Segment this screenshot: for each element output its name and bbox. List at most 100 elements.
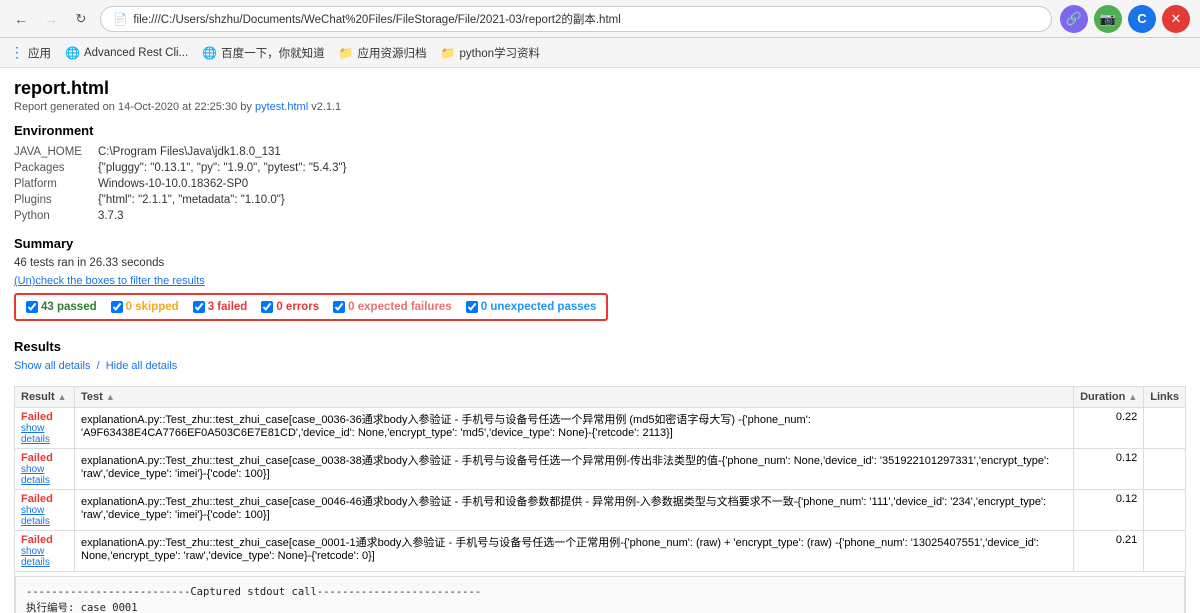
browser-actions: 🔗 📷 C ✕ [1060, 5, 1190, 33]
result-label: Failed [21, 452, 53, 464]
test-cell: explanationA.py::Test_zhu::test_zhui_cas… [75, 531, 1074, 572]
passed-filter[interactable]: 43 passed [26, 301, 97, 313]
test-cell: explanationA.py::Test_zhu::test_zhui_cas… [75, 490, 1074, 531]
apps-grid-icon: ⋮ [10, 44, 24, 61]
links-cell [1144, 408, 1186, 449]
env-row: Plugins{"html": "2.1.1", "metadata": "1.… [14, 192, 362, 208]
address-text: file:///C:/Users/shzhu/Documents/WeChat%… [133, 11, 620, 27]
show-details-link[interactable]: show details [21, 546, 68, 568]
env-value: 3.7.3 [98, 208, 362, 224]
table-row: Failed show details explanationA.py::Tes… [15, 531, 1186, 572]
page-title: report.html [14, 78, 1186, 99]
bookmark-apps[interactable]: ⋮ 应用 [10, 44, 51, 61]
passed-label: 43 passed [41, 301, 97, 313]
results-table: Result ▲ Test ▲ Duration ▲ [14, 386, 1186, 613]
result-label: Failed [21, 534, 53, 546]
show-details-link[interactable]: show details [21, 423, 68, 445]
col-header-duration[interactable]: Duration ▲ [1074, 387, 1144, 408]
env-value: C:\Program Files\Java\jdk1.8.0_131 [98, 144, 362, 160]
results-heading: Results [14, 339, 1186, 354]
advanced-rest-icon: 🌐 [65, 46, 80, 60]
env-row: Python3.7.3 [14, 208, 362, 224]
results-detail-links: Show all details / Hide all details [14, 360, 1186, 372]
env-value: {"html": "2.1.1", "metadata": "1.10.0"} [98, 192, 362, 208]
reload-button[interactable]: ↻ [70, 8, 92, 30]
failed-checkbox[interactable] [193, 301, 205, 313]
table-row: Failed show details explanationA.py::Tes… [15, 449, 1186, 490]
forward-button[interactable]: → [40, 8, 62, 30]
skipped-label: 0 skipped [126, 301, 179, 313]
bookmark-docs[interactable]: 📁 应用资源归档 [339, 45, 427, 61]
duration-cell: 0.21 [1074, 531, 1144, 572]
show-details-link[interactable]: show details [21, 464, 68, 486]
show-all-link[interactable]: Show all details [14, 360, 90, 372]
close-btn[interactable]: ✕ [1162, 5, 1190, 33]
bookmark-advanced-rest[interactable]: 🌐 Advanced Rest Cli... [65, 46, 188, 60]
bookmark-apps-label: 应用 [28, 45, 51, 61]
profile-btn[interactable]: C [1128, 5, 1156, 33]
address-bar[interactable]: 📄 file:///C:/Users/shzhu/Documents/WeCha… [100, 6, 1052, 32]
python-folder-icon: 📁 [441, 46, 456, 60]
env-row: Packages{"pluggy": "0.13.1", "py": "1.9.… [14, 160, 362, 176]
passed-checkbox[interactable] [26, 301, 38, 313]
filter-box: 43 passed 0 skipped 3 failed 0 errors 0 … [14, 293, 608, 321]
col-header-test[interactable]: Test ▲ [75, 387, 1074, 408]
env-row: PlatformWindows-10-10.0.18362-SP0 [14, 176, 362, 192]
errors-filter[interactable]: 0 errors [261, 301, 319, 313]
bookmark-baidu[interactable]: 🌐 百度一下，你就知道 [202, 45, 324, 61]
duration-cell: 0.12 [1074, 449, 1144, 490]
pytest-link[interactable]: pytest.html [255, 101, 308, 113]
expected-checkbox[interactable] [333, 301, 345, 313]
links-cell [1144, 531, 1186, 572]
env-value: {"pluggy": "0.13.1", "py": "1.9.0", "pyt… [98, 160, 362, 176]
browser-toolbar: ← → ↻ 📄 file:///C:/Users/shzhu/Documents… [0, 0, 1200, 38]
back-button[interactable]: ← [10, 8, 32, 30]
bookmarks-bar: ⋮ 应用 🌐 Advanced Rest Cli... 🌐 百度一下，你就知道 … [0, 38, 1200, 68]
unexpected-checkbox[interactable] [466, 301, 478, 313]
env-key: Plugins [14, 192, 98, 208]
env-key: Platform [14, 176, 98, 192]
result-label: Failed [21, 493, 53, 505]
errors-checkbox[interactable] [261, 301, 273, 313]
failed-filter[interactable]: 3 failed [193, 301, 248, 313]
result-cell: Failed show details [15, 408, 75, 449]
test-sort-icon: ▲ [106, 392, 115, 402]
report-meta: Report generated on 14-Oct-2020 at 22:25… [14, 101, 1186, 113]
env-key: Python [14, 208, 98, 224]
hide-all-link[interactable]: Hide all details [106, 360, 178, 372]
page-content: report.html Report generated on 14-Oct-2… [0, 68, 1200, 613]
stdout-row: --------------------------Captured stdou… [15, 572, 1186, 613]
result-sort-icon: ▲ [58, 392, 67, 402]
environment-table: JAVA_HOMEC:\Program Files\Java\jdk1.8.0_… [14, 144, 362, 224]
env-key: Packages [14, 160, 98, 176]
bookmark-docs-label: 应用资源归档 [358, 45, 427, 61]
result-cell: Failed show details [15, 531, 75, 572]
extension-btn-1[interactable]: 🔗 [1060, 5, 1088, 33]
col-header-links: Links [1144, 387, 1186, 408]
bookmark-advanced-rest-label: Advanced Rest Cli... [84, 47, 188, 59]
duration-sort-icon: ▲ [1128, 392, 1137, 402]
links-cell [1144, 490, 1186, 531]
unexpected-filter[interactable]: 0 unexpected passes [466, 301, 597, 313]
col-header-result[interactable]: Result ▲ [15, 387, 75, 408]
skipped-filter[interactable]: 0 skipped [111, 301, 179, 313]
result-cell: Failed show details [15, 490, 75, 531]
test-cell: explanationA.py::Test_zhu::test_zhui_cas… [75, 449, 1074, 490]
env-key: JAVA_HOME [14, 144, 98, 160]
expected-filter[interactable]: 0 expected failures [333, 301, 452, 313]
filter-hint[interactable]: (Un)check the boxes to filter the result… [14, 275, 1186, 287]
result-label: Failed [21, 411, 53, 423]
show-details-link[interactable]: show details [21, 505, 68, 527]
bookmark-python-label: python学习资料 [460, 45, 541, 61]
skipped-checkbox[interactable] [111, 301, 123, 313]
file-icon: 📄 [113, 12, 127, 26]
bookmark-python[interactable]: 📁 python学习资料 [441, 45, 540, 61]
extension-btn-2[interactable]: 📷 [1094, 5, 1122, 33]
table-row: Failed show details explanationA.py::Tes… [15, 490, 1186, 531]
env-value: Windows-10-10.0.18362-SP0 [98, 176, 362, 192]
summary-heading: Summary [14, 236, 1186, 251]
links-cell [1144, 449, 1186, 490]
table-row: Failed show details explanationA.py::Tes… [15, 408, 1186, 449]
summary-stats: 46 tests ran in 26.33 seconds [14, 257, 1186, 269]
expected-failures-label: 0 expected failures [348, 301, 452, 313]
